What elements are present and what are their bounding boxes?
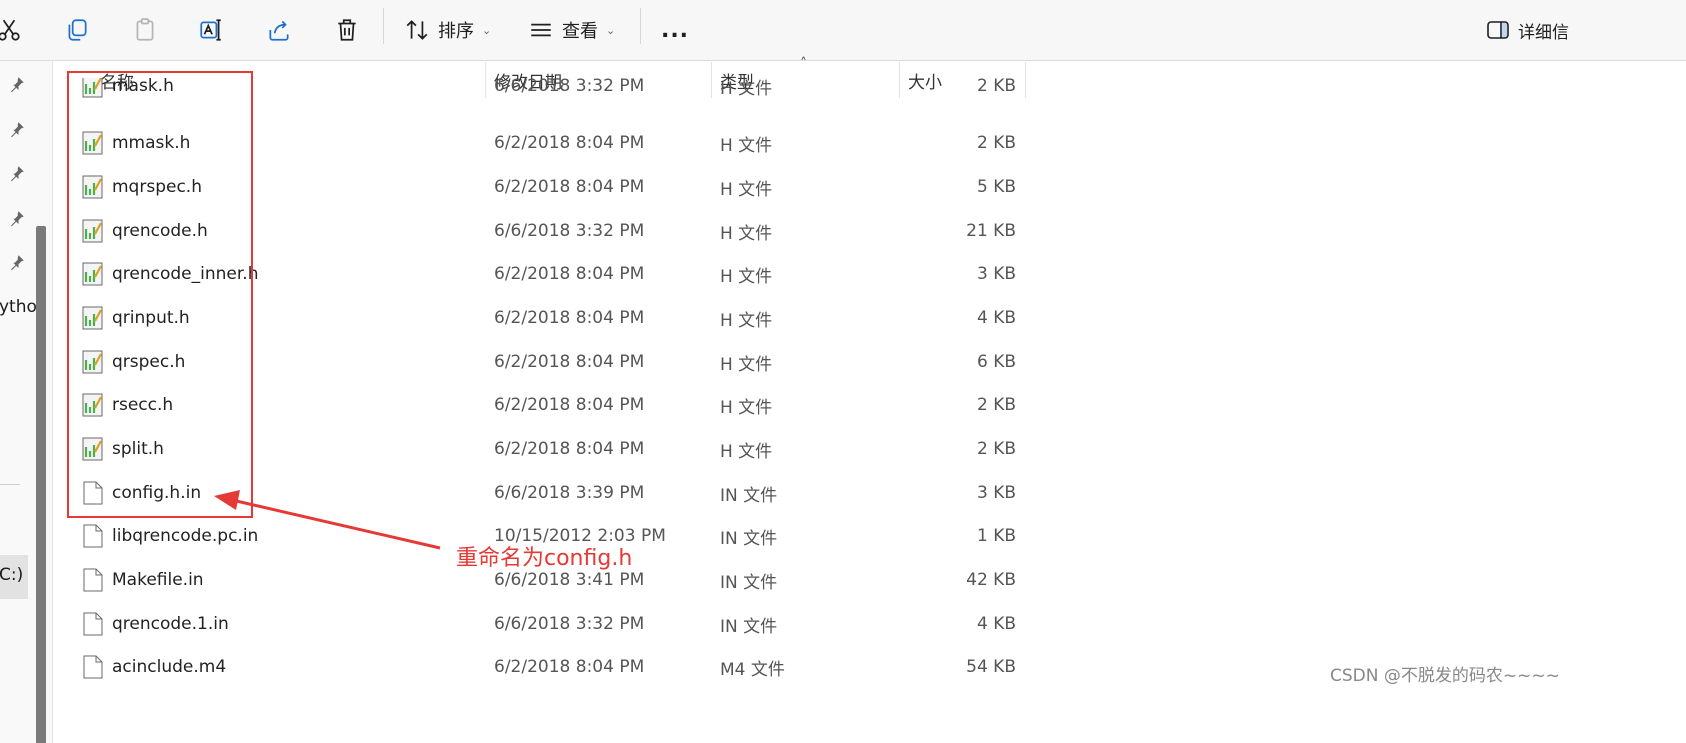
watermark: CSDN @不脱发的码农~~~~ bbox=[1330, 666, 1560, 686]
file-type: H 文件 bbox=[720, 78, 773, 99]
file-size: 5 KB bbox=[976, 177, 1016, 197]
blank-file-icon bbox=[83, 524, 103, 548]
file-date: 6/2/2018 8:04 PM bbox=[494, 439, 645, 459]
file-type: H 文件 bbox=[720, 223, 773, 244]
file-type: IN 文件 bbox=[720, 485, 778, 506]
pin-icon[interactable] bbox=[8, 120, 26, 138]
file-size: 2 KB bbox=[976, 133, 1016, 153]
file-size: 3 KB bbox=[976, 483, 1016, 503]
annotation-text: 重命名为config.h bbox=[456, 546, 633, 571]
details-pane-icon bbox=[1487, 21, 1509, 39]
blank-file-icon bbox=[83, 612, 103, 636]
toolbar-separator bbox=[383, 8, 384, 44]
file-date: 6/2/2018 8:04 PM bbox=[494, 657, 645, 677]
navigation-pane: ytho C:) bbox=[0, 61, 53, 743]
rename-button[interactable] bbox=[196, 8, 226, 52]
file-date: 6/6/2018 3:32 PM bbox=[494, 221, 645, 241]
pin-icon[interactable] bbox=[8, 75, 26, 93]
file-type: IN 文件 bbox=[720, 572, 778, 593]
nav-item-python[interactable]: ytho bbox=[0, 297, 37, 317]
file-type: H 文件 bbox=[720, 397, 773, 418]
file-type: H 文件 bbox=[720, 179, 773, 200]
rename-icon bbox=[200, 19, 221, 41]
sort-label: 排序 bbox=[438, 21, 474, 42]
file-type: H 文件 bbox=[720, 266, 773, 287]
file-size: 2 KB bbox=[976, 439, 1016, 459]
table-row[interactable]: acinclude.m4 6/2/2018 8:04 PM M4 文件 54 K… bbox=[56, 645, 1036, 689]
file-name: Makefile.in bbox=[112, 570, 204, 590]
blank-file-icon bbox=[83, 655, 103, 679]
sort-icon bbox=[406, 20, 428, 40]
annotation-highlight-box bbox=[67, 71, 253, 518]
copy-icon bbox=[68, 19, 87, 41]
file-type: H 文件 bbox=[720, 310, 773, 331]
sort-ascending-icon: ˄ bbox=[800, 56, 807, 72]
file-date: 6/2/2018 8:04 PM bbox=[494, 395, 645, 415]
file-size: 54 KB bbox=[966, 657, 1016, 677]
more-options-button[interactable]: ... bbox=[660, 8, 690, 52]
file-date: 6/6/2018 3:39 PM bbox=[494, 483, 645, 503]
clipboard-icon bbox=[136, 18, 154, 41]
delete-button[interactable] bbox=[332, 8, 362, 52]
file-type: IN 文件 bbox=[720, 528, 778, 549]
file-date: 6/2/2018 8:04 PM bbox=[494, 352, 645, 372]
pin-icon[interactable] bbox=[8, 164, 26, 182]
file-size: 4 KB bbox=[976, 614, 1016, 634]
chevron-down-icon: ⌄ bbox=[606, 23, 616, 37]
command-toolbar: 排序 ⌄ 查看 ⌄ ... 详细信 bbox=[0, 0, 1686, 61]
share-button[interactable] bbox=[264, 8, 294, 52]
scissors-icon bbox=[0, 19, 20, 41]
file-name: libqrencode.pc.in bbox=[112, 526, 259, 546]
file-size: 1 KB bbox=[976, 526, 1016, 546]
file-type: M4 文件 bbox=[720, 659, 785, 680]
pin-icon[interactable] bbox=[8, 253, 26, 271]
nav-divider bbox=[0, 484, 20, 485]
paste-button[interactable] bbox=[130, 8, 160, 52]
share-icon bbox=[269, 20, 289, 41]
file-size: 3 KB bbox=[976, 264, 1016, 284]
file-type: H 文件 bbox=[720, 441, 773, 462]
view-label: 查看 bbox=[562, 21, 598, 42]
file-name: qrencode.1.in bbox=[112, 614, 229, 634]
file-date: 6/6/2018 3:32 PM bbox=[494, 78, 645, 96]
file-date: 6/2/2018 8:04 PM bbox=[494, 308, 645, 328]
cut-button[interactable] bbox=[0, 8, 24, 52]
more-icon: ... bbox=[660, 17, 690, 43]
file-size: 2 KB bbox=[976, 78, 1016, 96]
chevron-down-icon: ⌄ bbox=[482, 23, 492, 37]
view-button[interactable]: 查看 ⌄ bbox=[528, 8, 615, 52]
nav-item-drive[interactable]: C:) bbox=[0, 565, 23, 585]
file-date: 6/2/2018 8:04 PM bbox=[494, 264, 645, 284]
trash-icon bbox=[338, 19, 356, 41]
file-size: 4 KB bbox=[976, 308, 1016, 328]
nav-scrollbar-thumb[interactable] bbox=[36, 226, 46, 743]
details-pane-button[interactable]: 详细信 bbox=[1486, 8, 1569, 52]
file-size: 2 KB bbox=[976, 395, 1016, 415]
file-size: 6 KB bbox=[976, 352, 1016, 372]
view-lines-icon bbox=[531, 23, 551, 37]
blank-file-icon bbox=[83, 568, 103, 592]
file-date: 6/2/2018 8:04 PM bbox=[494, 133, 645, 153]
file-date: 6/2/2018 8:04 PM bbox=[494, 177, 645, 197]
copy-button[interactable] bbox=[62, 8, 92, 52]
table-row[interactable]: qrencode.1.in 6/6/2018 3:32 PM IN 文件 4 K… bbox=[56, 602, 1036, 646]
file-type: H 文件 bbox=[720, 135, 773, 156]
file-type: H 文件 bbox=[720, 354, 773, 375]
file-date: 6/6/2018 3:32 PM bbox=[494, 614, 645, 634]
pin-icon[interactable] bbox=[8, 209, 26, 227]
toolbar-separator bbox=[640, 8, 641, 44]
file-size: 42 KB bbox=[966, 570, 1016, 590]
file-type: IN 文件 bbox=[720, 616, 778, 637]
details-label: 详细信 bbox=[1518, 22, 1569, 43]
sort-button[interactable]: 排序 ⌄ bbox=[404, 8, 491, 52]
file-name: acinclude.m4 bbox=[112, 657, 227, 677]
file-size: 21 KB bbox=[966, 221, 1016, 241]
